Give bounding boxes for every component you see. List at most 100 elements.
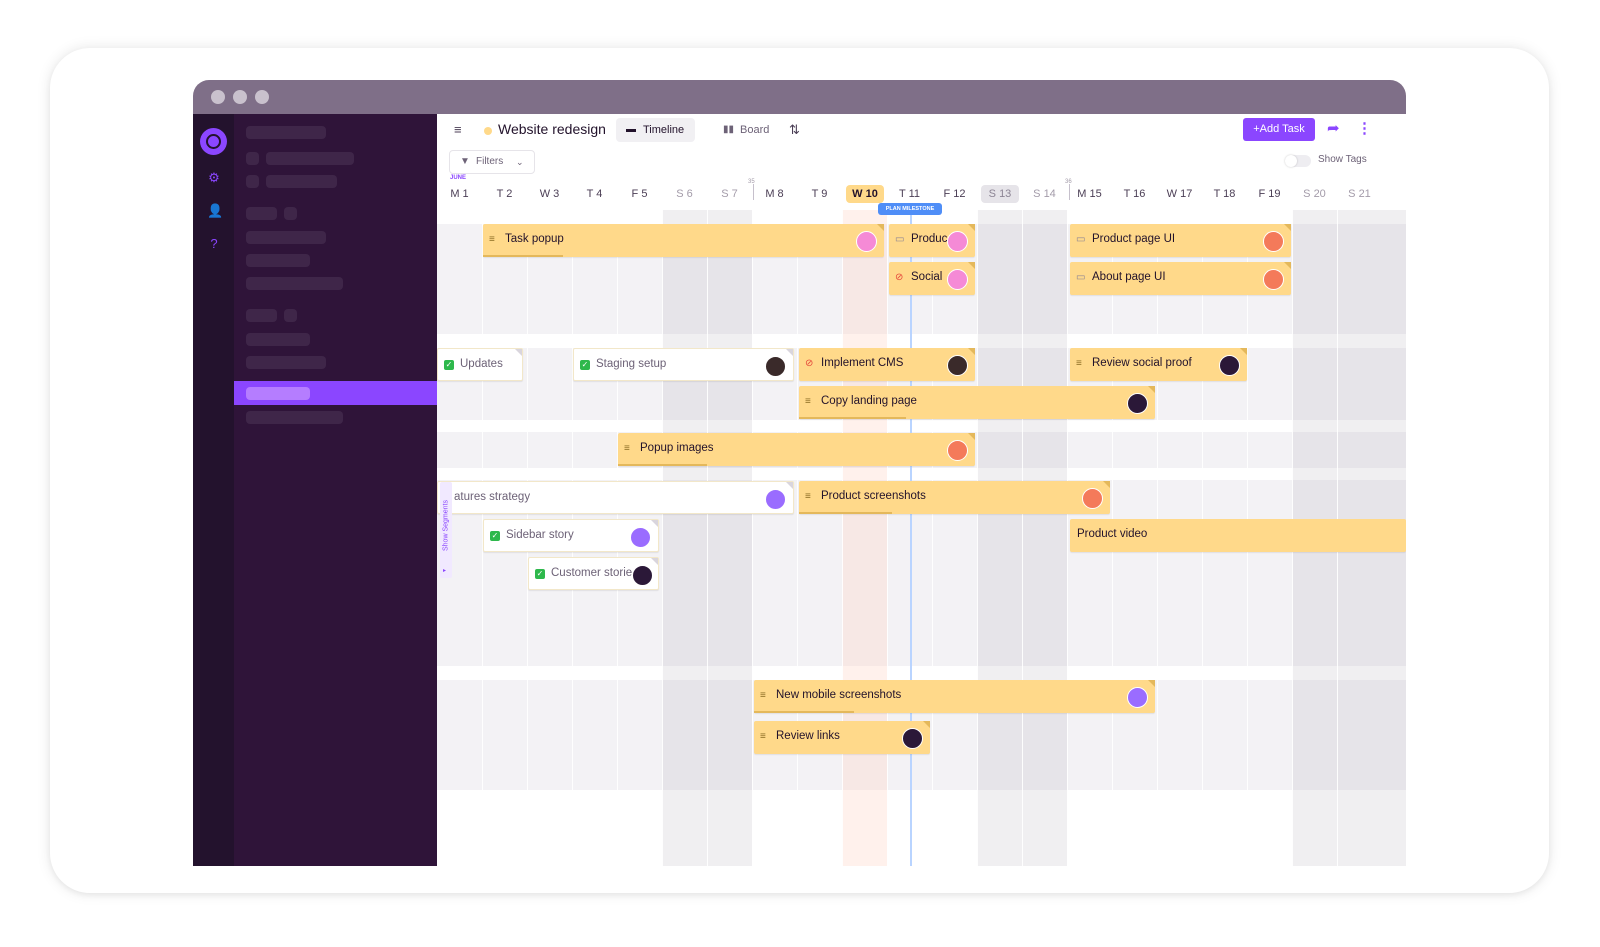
task-bar[interactable]: ⊘ Social <box>889 262 975 295</box>
day-label: T 16 <box>1123 188 1146 200</box>
task-bar[interactable]: ▭ Product page UI <box>1070 224 1291 257</box>
avatar[interactable] <box>947 269 968 290</box>
window-close-dot[interactable] <box>211 90 225 104</box>
task-label: Updates <box>460 358 503 370</box>
sidebar-placeholder[interactable] <box>246 277 343 290</box>
task-progress <box>754 711 855 713</box>
sidebar-placeholder[interactable] <box>266 152 354 165</box>
task-bar[interactable]: ≡ Review social proof <box>1070 348 1247 381</box>
more-options-icon[interactable]: ⋮ <box>1357 119 1372 137</box>
grid-line <box>932 210 933 866</box>
task-bar[interactable]: ≡ Product screenshots <box>799 481 1110 514</box>
project-title: Website redesign <box>498 121 606 137</box>
sidebar-placeholder[interactable] <box>246 411 343 424</box>
timeline-main: ≡ Website redesign ▬ Timeline ▮▮ Board ⇅… <box>437 114 1406 866</box>
grid-line <box>977 210 978 866</box>
task-corner <box>1240 348 1247 355</box>
day-label: M 1 <box>450 188 469 200</box>
help-icon[interactable]: ? <box>207 237 221 251</box>
sidebar-placeholder[interactable] <box>246 231 326 244</box>
bar-icon: ≡ <box>489 234 495 245</box>
avatar[interactable] <box>765 489 786 510</box>
task-bar[interactable]: ≡ Task popup <box>483 224 884 257</box>
avatar[interactable] <box>1219 355 1240 376</box>
bar-icon: ≡ <box>760 731 766 742</box>
ban-icon: ⊘ <box>895 272 904 283</box>
settings-gear-icon[interactable]: ⚙ <box>207 171 221 185</box>
avatar[interactable] <box>856 231 877 252</box>
tab-label: Timeline <box>643 124 685 136</box>
menu-icon[interactable]: ≡ <box>454 122 462 138</box>
avatar[interactable] <box>1082 488 1103 509</box>
task-bar[interactable]: ▭ About page UI <box>1070 262 1291 295</box>
sidebar-placeholder[interactable] <box>246 333 310 346</box>
user-add-icon[interactable]: 👤 <box>207 204 223 218</box>
sliders-icon[interactable]: ⇅ <box>789 122 800 138</box>
task-corner <box>1284 262 1291 269</box>
window-minimize-dot[interactable] <box>233 90 247 104</box>
task-bar[interactable]: ≡ New mobile screenshots <box>754 680 1155 713</box>
show-tags-toggle[interactable] <box>1285 155 1311 167</box>
task-bar[interactable]: ⊘ Implement CMS <box>799 348 975 381</box>
show-tags-label: Show Tags <box>1318 154 1367 165</box>
day-label: W 17 <box>1166 188 1193 200</box>
avatar[interactable] <box>630 527 651 548</box>
bar-icon: ≡ <box>805 396 811 407</box>
task-label: Customer storie <box>551 567 633 579</box>
day-label: M 8 <box>765 188 784 200</box>
add-task-button[interactable]: +Add Task <box>1243 118 1315 141</box>
avatar[interactable] <box>1263 269 1284 290</box>
task-bar[interactable]: ✓ Customer storie <box>528 557 659 590</box>
task-label: Review links <box>776 730 840 742</box>
app-logo-icon[interactable] <box>200 128 227 155</box>
grid-line <box>797 210 798 866</box>
avatar[interactable] <box>1263 231 1284 252</box>
show-segments-handle[interactable]: Show Segments ▸ <box>440 482 452 578</box>
doc-icon: ▭ <box>1076 234 1086 245</box>
task-bar[interactable]: Product video <box>1070 519 1406 552</box>
task-bar[interactable]: ≡ Popup images <box>618 433 975 466</box>
avatar[interactable] <box>947 355 968 376</box>
window-titlebar <box>193 80 1406 114</box>
task-label: Popup images <box>640 442 714 454</box>
window-maximize-dot[interactable] <box>255 90 269 104</box>
avatar[interactable] <box>1127 687 1148 708</box>
task-bar[interactable]: ✓ Updates <box>437 348 523 381</box>
avatar[interactable] <box>947 231 968 252</box>
task-bar[interactable]: ▭ Product <box>889 224 975 257</box>
task-bar[interactable]: ≡ Review links <box>754 721 930 754</box>
task-bar[interactable]: ✓ Sidebar story <box>483 519 659 552</box>
sidebar-placeholder <box>246 309 277 322</box>
bar-icon: ≡ <box>805 491 811 502</box>
plan-milestone-marker[interactable]: PLAN MILESTONE <box>878 203 942 215</box>
tab-label: Board <box>740 124 770 136</box>
sidebar-placeholder <box>246 387 310 400</box>
sidebar-placeholder[interactable] <box>246 254 310 267</box>
month-label: JUNE <box>450 175 467 181</box>
show-segments-label: Show Segments <box>442 500 450 551</box>
task-corner <box>968 262 975 269</box>
task-corner <box>1148 386 1155 393</box>
sidebar-placeholder[interactable] <box>266 175 337 188</box>
share-icon[interactable]: ➦ <box>1327 119 1340 137</box>
task-bar[interactable]: atures strategy <box>437 481 794 514</box>
sidebar-placeholder[interactable] <box>246 356 326 369</box>
day-label: S 20 <box>1303 188 1326 200</box>
task-bar[interactable]: ≡ Copy landing page <box>799 386 1155 419</box>
filters-label: Filters <box>476 156 504 167</box>
task-bar[interactable]: ✓ Staging setup <box>573 348 794 381</box>
avatar[interactable] <box>947 440 968 461</box>
sidebar-item-active[interactable] <box>234 381 437 405</box>
avatar[interactable] <box>1127 393 1148 414</box>
avatar[interactable] <box>632 565 653 586</box>
avatar[interactable] <box>902 728 923 749</box>
day-label: S 6 <box>676 188 693 200</box>
avatar[interactable] <box>765 356 786 377</box>
task-label: Social <box>911 271 943 283</box>
timeline-grid: ≡ Task popup ▭ Product ⊘ Social ▭ Produc… <box>437 210 1406 866</box>
filters-button[interactable]: ▼ Filters ⌄ <box>449 150 535 174</box>
tab-timeline[interactable]: ▬ Timeline <box>616 118 695 142</box>
task-label: Copy landing page <box>821 395 917 407</box>
tab-board[interactable]: ▮▮ Board <box>713 118 783 142</box>
check-icon: ✓ <box>490 531 500 541</box>
